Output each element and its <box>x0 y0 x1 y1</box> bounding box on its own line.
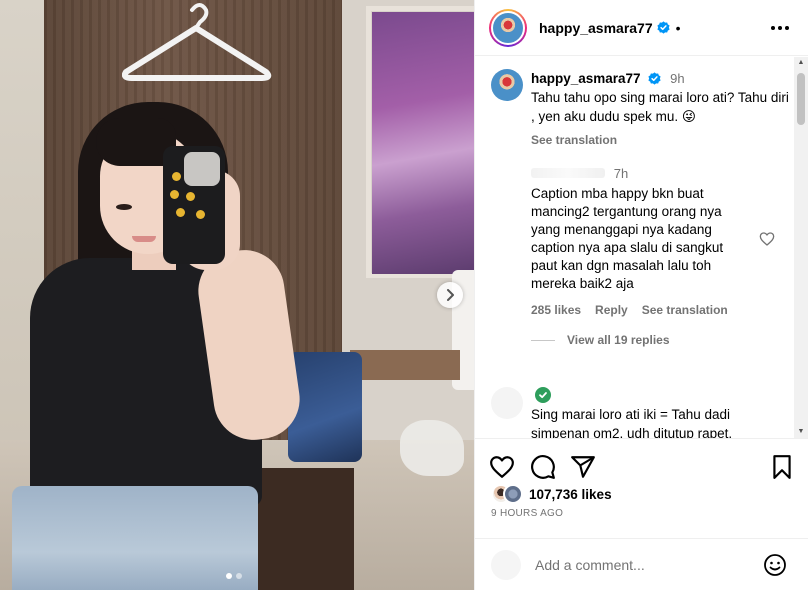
comment-likes[interactable]: 285 likes <box>531 303 581 317</box>
view-replies-label: View all 19 replies <box>567 333 670 347</box>
hanger-icon <box>122 3 272 81</box>
scroll-down-icon[interactable]: ▼ <box>797 428 805 436</box>
caption-see-translation[interactable]: See translation <box>531 131 791 150</box>
add-comment-bar <box>475 538 808 590</box>
comment-item: Sing marai loro ati iki = Tahu dadi simp… <box>491 387 791 438</box>
caption-username[interactable]: happy_asmara77 <box>531 71 641 86</box>
paper-plane-icon[interactable] <box>570 454 596 480</box>
comments-section[interactable]: happy_asmara77 9h Tahu tahu opo sing mar… <box>475 57 808 438</box>
comments-scrollbar[interactable]: ▲ ▼ <box>794 57 808 438</box>
comment-text: Caption mba happy bkn buat mancing2 terg… <box>531 186 724 291</box>
scroll-thumb[interactable] <box>797 73 805 125</box>
caption-time[interactable]: 9h <box>670 71 684 86</box>
header-username[interactable]: happy_asmara77 <box>539 20 653 36</box>
post-header: happy_asmara77 • <box>475 0 808 56</box>
person-jeans <box>12 486 258 590</box>
comment-actions: 285 likes Reply See translation <box>531 303 791 317</box>
post-sidebar: happy_asmara77 • happy_asmara77 9h Tahu … <box>474 0 808 590</box>
avatar[interactable] <box>489 8 527 47</box>
comment-item: 7h Caption mba happy bkn buat mancing2 t… <box>491 165 791 317</box>
heart-icon[interactable] <box>759 231 775 247</box>
comment-see-translation[interactable]: See translation <box>642 303 728 317</box>
comment-avatar[interactable] <box>491 387 523 419</box>
carousel-dot-active <box>226 573 232 579</box>
avatar <box>503 484 523 504</box>
more-options-button[interactable] <box>769 17 791 39</box>
comment-reply-button[interactable]: Reply <box>595 303 628 317</box>
avatar <box>491 549 521 580</box>
post-photo <box>0 0 474 590</box>
comment-username-hidden[interactable] <box>531 168 605 178</box>
carousel-indicator <box>226 573 242 579</box>
likes-count[interactable]: 107,736 likes <box>529 487 612 502</box>
carousel-dot <box>236 573 242 579</box>
check-badge-icon <box>535 387 551 403</box>
more-horizontal-icon <box>771 26 789 30</box>
verified-badge-icon <box>657 21 670 34</box>
comment-input[interactable] <box>535 556 755 573</box>
carousel-next-button[interactable] <box>437 282 463 308</box>
scroll-up-icon[interactable]: ▲ <box>797 59 805 67</box>
likes-summary[interactable]: 107,736 likes <box>491 484 612 504</box>
caption-avatar[interactable] <box>491 69 523 101</box>
header-separator: • <box>675 19 681 36</box>
comment-avatar[interactable] <box>491 167 523 199</box>
bookmark-icon[interactable] <box>769 454 795 480</box>
smiley-icon[interactable] <box>763 553 787 577</box>
photo-poster <box>372 12 474 274</box>
comment-bubble-icon[interactable] <box>530 454 556 480</box>
photo-bag <box>288 352 362 462</box>
caption-text: Tahu tahu opo sing marai loro ati? Tahu … <box>531 90 789 124</box>
comment-time[interactable]: 7h <box>614 166 628 181</box>
chevron-right-icon <box>447 289 454 301</box>
comment-text: Sing marai loro ati iki = Tahu dadi simp… <box>531 407 733 438</box>
post-caption: happy_asmara77 9h Tahu tahu opo sing mar… <box>491 69 791 150</box>
verified-badge-icon <box>648 72 661 85</box>
post-timestamp[interactable]: 9 HOURS AGO <box>491 508 563 519</box>
phone-camera <box>184 152 220 186</box>
view-replies-button[interactable]: View all 19 replies <box>531 333 670 347</box>
heart-icon[interactable] <box>489 454 515 480</box>
